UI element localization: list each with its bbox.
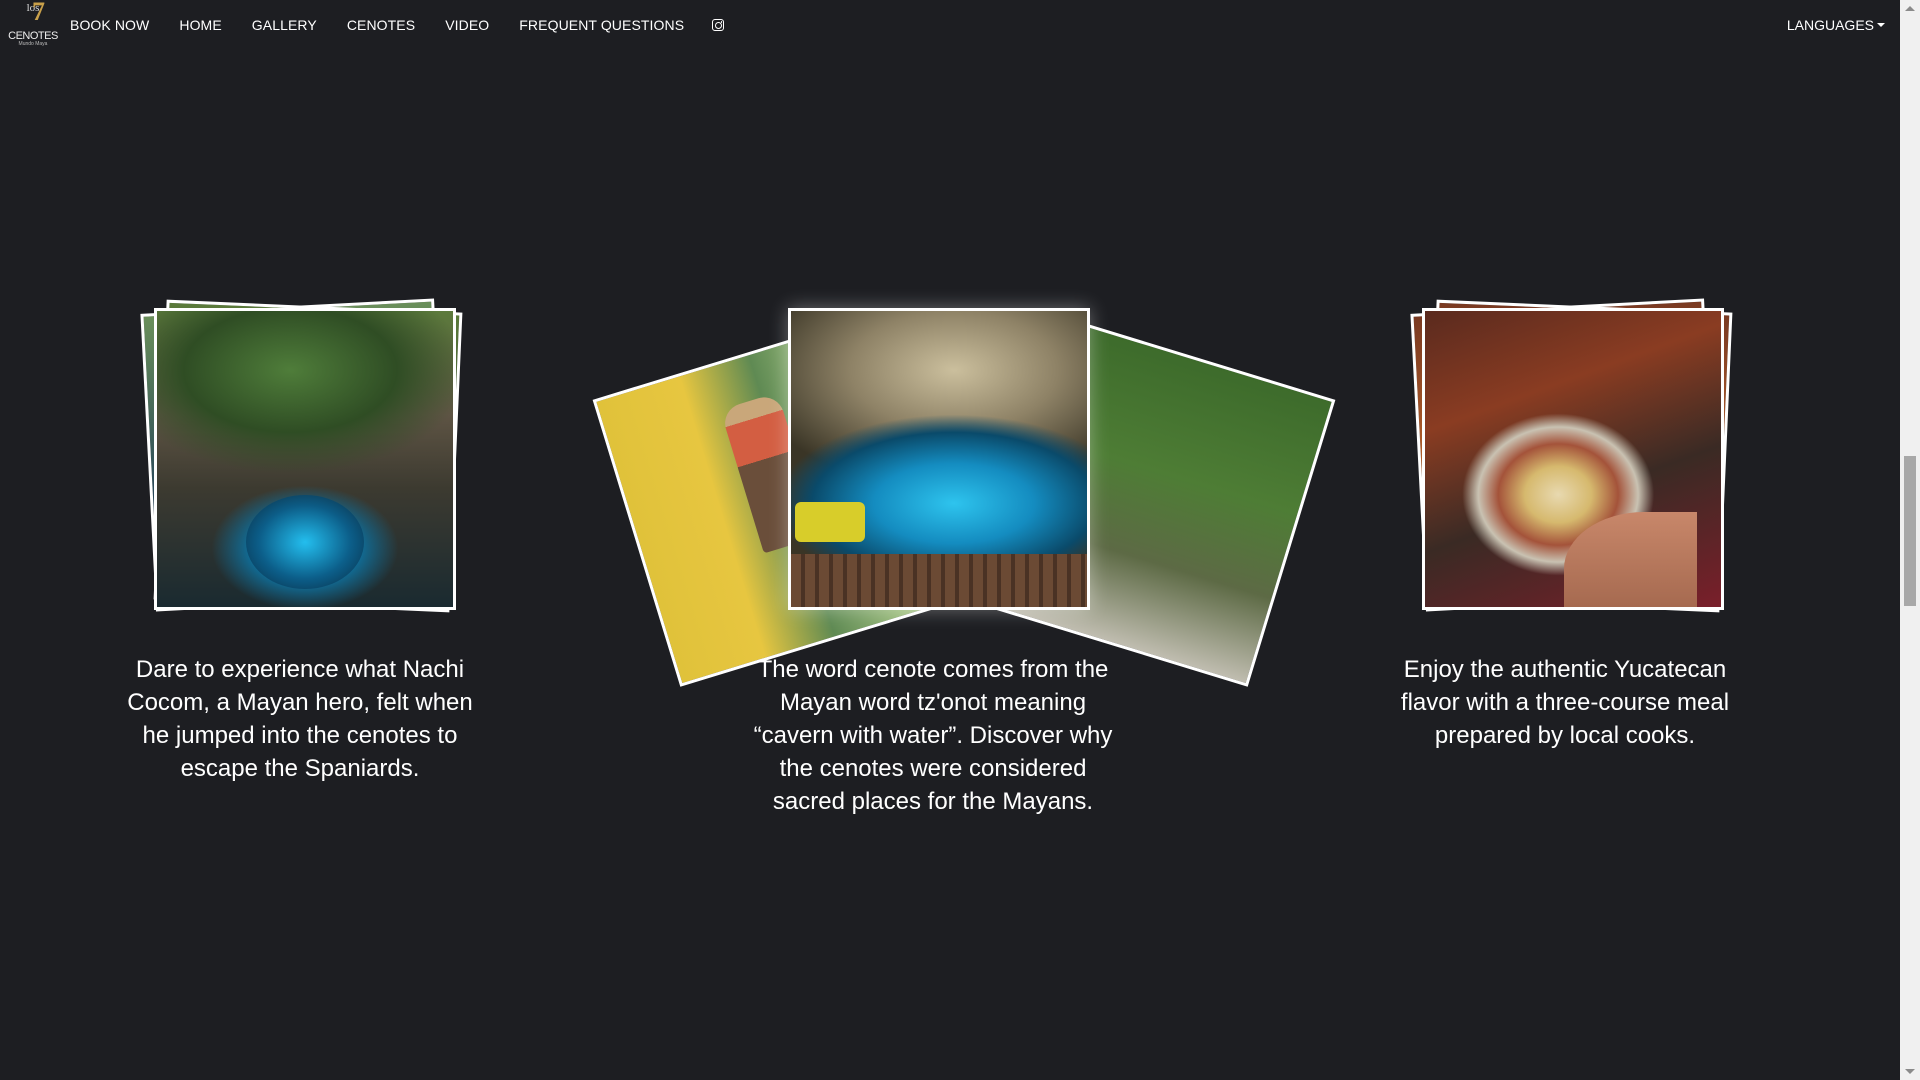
nav-gallery[interactable]: GALLERY xyxy=(252,17,317,33)
nav-home[interactable]: HOME xyxy=(179,17,221,33)
site-logo[interactable]: los 7 CENOTES Mundo Maya xyxy=(8,0,58,48)
card-caption: The word cenote comes from the Mayan wor… xyxy=(753,656,1113,815)
cenote-jungle-photo[interactable] xyxy=(154,308,456,610)
page-scrollbar[interactable] xyxy=(1900,0,1920,1080)
nav-cenotes[interactable]: CENOTES xyxy=(347,17,415,33)
languages-dropdown[interactable]: LANGUAGES xyxy=(1787,0,1885,50)
caret-down-icon xyxy=(1877,23,1885,27)
card-caption: Dare to experience what Nachi Cocom, a M… xyxy=(127,656,473,782)
top-navbar: los 7 CENOTES Mundo Maya BOOK NOW HOME G… xyxy=(0,0,1900,50)
nav-video[interactable]: VIDEO xyxy=(445,17,489,33)
nav-menu: BOOK NOW HOME GALLERY CENOTES VIDEO FREQ… xyxy=(70,0,725,50)
yucatecan-meal-photo[interactable] xyxy=(1422,308,1724,610)
nav-frequent-questions[interactable]: FREQUENT QUESTIONS xyxy=(519,17,684,33)
cave-cenote-photo[interactable] xyxy=(788,308,1090,610)
instagram-icon[interactable] xyxy=(712,19,725,31)
scroll-up-arrow-icon[interactable] xyxy=(1905,6,1915,11)
scrollbar-thumb[interactable] xyxy=(1904,456,1916,606)
languages-label: LANGUAGES xyxy=(1786,17,1874,33)
nav-book-now[interactable]: BOOK NOW xyxy=(70,17,149,33)
page: los 7 CENOTES Mundo Maya BOOK NOW HOME G… xyxy=(0,0,1920,1080)
card-caption: Enjoy the authentic Yucatecan flavor wit… xyxy=(1400,656,1730,749)
scroll-down-arrow-icon[interactable] xyxy=(1905,1069,1915,1074)
logo-text-number: 7 xyxy=(32,0,45,26)
logo-text-subtitle: Mundo Maya xyxy=(18,40,48,47)
